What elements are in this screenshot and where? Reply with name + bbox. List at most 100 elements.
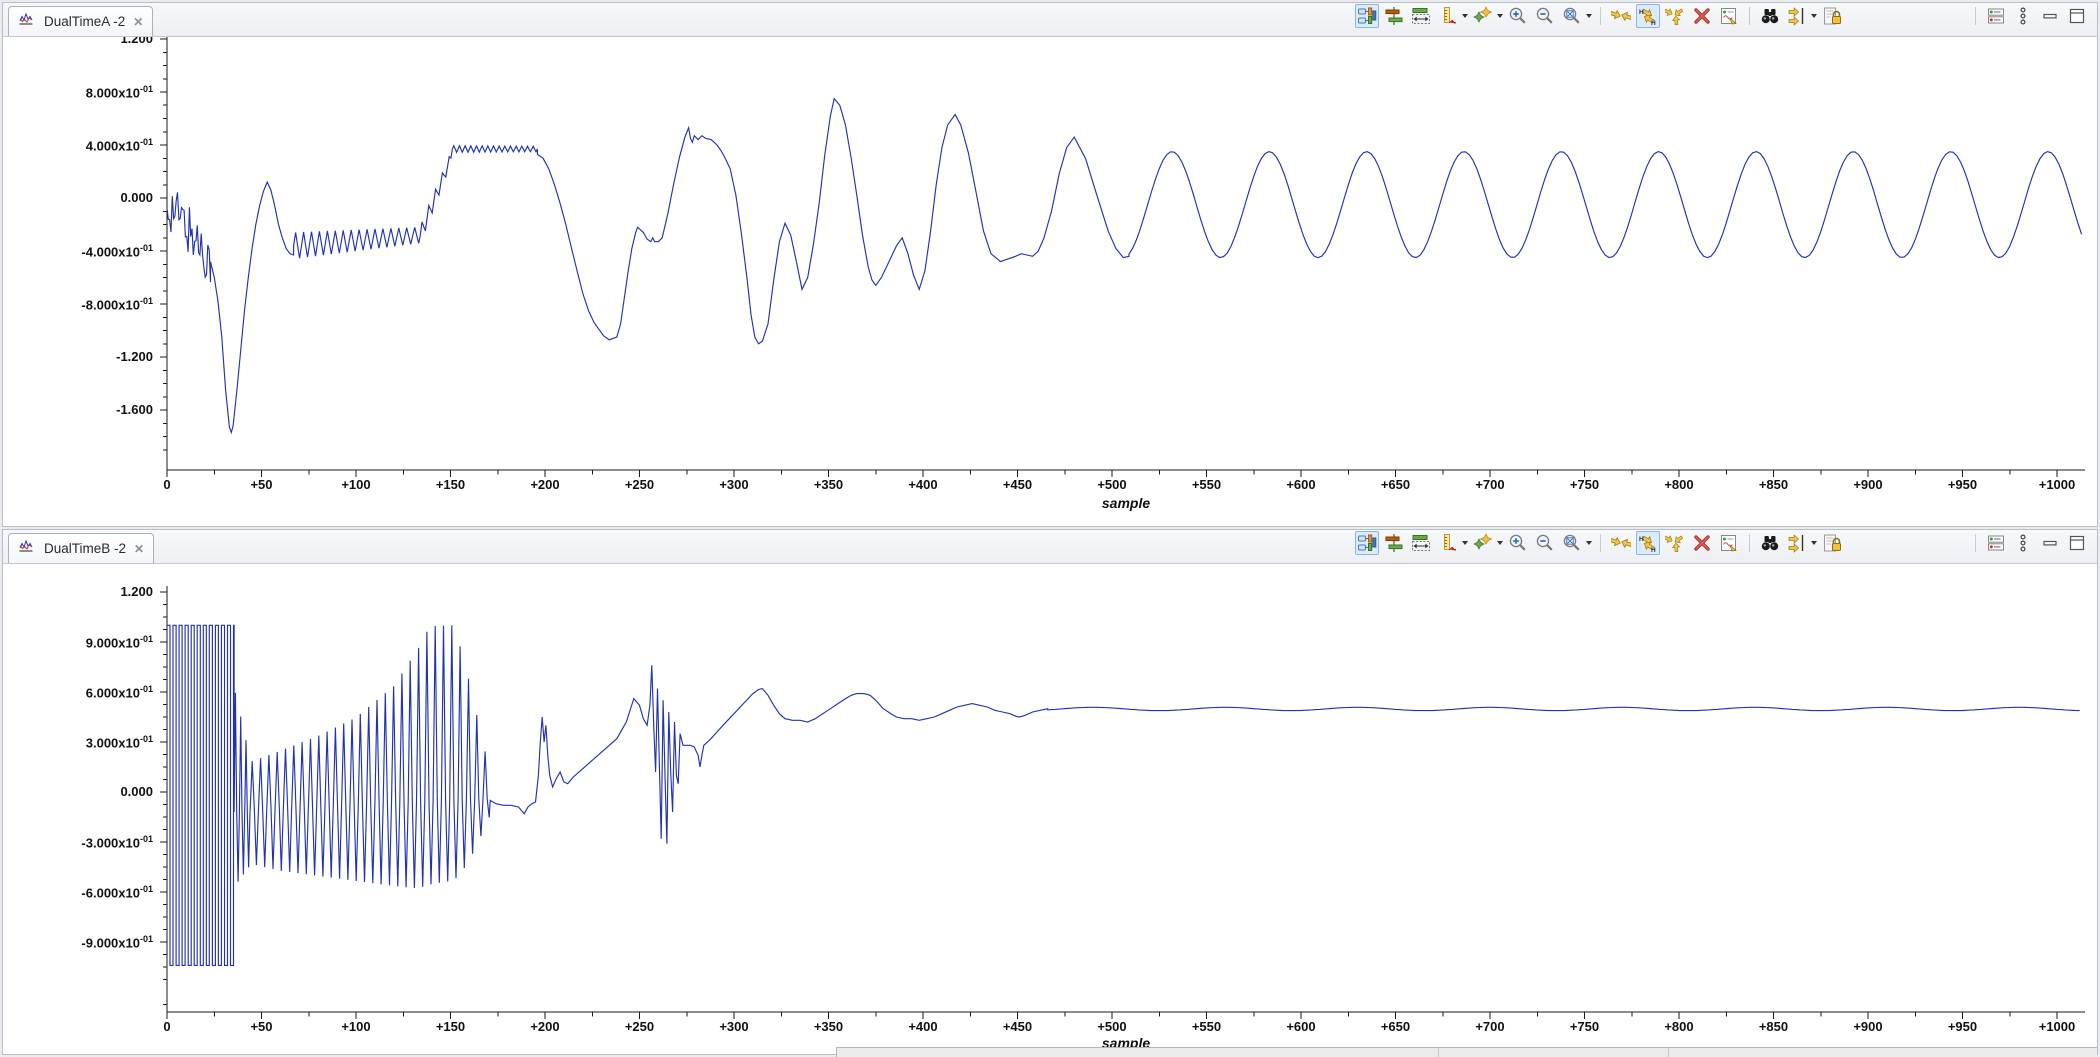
y-tick-label: 0.000 <box>21 190 153 205</box>
clear-sync-icon[interactable] <box>1690 4 1714 28</box>
x-tick-label: +450 <box>983 477 1053 492</box>
clear-sync-icon[interactable] <box>1690 531 1714 555</box>
x-tick-label: +850 <box>1739 1019 1809 1034</box>
view-menu-icon[interactable] <box>2011 4 2035 28</box>
x-tick-label: +300 <box>699 477 769 492</box>
maximize-view-icon[interactable] <box>2065 531 2089 555</box>
chevron-down-icon[interactable] <box>1462 14 1468 18</box>
axis-ticks <box>160 586 2085 1019</box>
x-tick-label: +450 <box>983 1019 1053 1034</box>
decorate-flower-icon[interactable] <box>1471 531 1495 555</box>
x-tick-label: +350 <box>794 477 864 492</box>
lock-view-icon[interactable] <box>1820 531 1844 555</box>
sync-arrows-icon[interactable] <box>1609 4 1633 28</box>
x-tick-label: +800 <box>1644 1019 1714 1034</box>
chart-tracks-config-icon[interactable] <box>1355 531 1379 555</box>
tab-bar: DualTimeA -2 ✕ HH <box>3 3 2097 37</box>
sync-hold-hh-icon[interactable]: HH <box>1636 4 1660 28</box>
svg-text:H: H <box>1639 536 1644 543</box>
x-tick-label: +600 <box>1266 1019 1336 1034</box>
y-tick-label: -3.000x10-01 <box>21 834 153 850</box>
decorate-flower-icon[interactable] <box>1471 4 1495 28</box>
svg-text:H: H <box>1651 20 1656 26</box>
chevron-down-icon[interactable] <box>1462 541 1468 545</box>
x-axis-title: sample <box>1026 495 1226 511</box>
minimize-view-icon[interactable] <box>2038 4 2062 28</box>
x-tick-label: +250 <box>605 477 675 492</box>
tab-label: DualTimeB -2 <box>44 541 126 556</box>
x-tick-label: +900 <box>1833 477 1903 492</box>
y-tick-label: 3.000x10-01 <box>21 734 153 750</box>
view-list-icon[interactable] <box>1984 4 2008 28</box>
chart-toolbar: HH <box>1355 526 2097 563</box>
x-tick-label: +300 <box>699 1019 769 1034</box>
y-tick-label: 6.000x10-01 <box>21 684 153 700</box>
chart-plot-area[interactable] <box>3 3 2097 525</box>
x-tick-label: +550 <box>1172 1019 1242 1034</box>
fit-time-range-icon[interactable] <box>1409 4 1433 28</box>
x-tick-label: +50 <box>227 477 297 492</box>
chevron-down-icon[interactable] <box>1497 14 1503 18</box>
x-tick-label: +1000 <box>2022 1019 2092 1034</box>
chevron-down-icon[interactable] <box>1497 541 1503 545</box>
goto-position-icon[interactable] <box>1785 4 1809 28</box>
sync-arrows-icon[interactable] <box>1609 531 1633 555</box>
chart-properties-icon[interactable] <box>1717 4 1741 28</box>
view-list-icon[interactable] <box>1984 531 2008 555</box>
zoom-region-icon[interactable] <box>1560 4 1584 28</box>
y-tick-label: 9.000x10-01 <box>21 634 153 650</box>
x-tick-label: +650 <box>1361 1019 1431 1034</box>
chart-tracks-config-icon[interactable] <box>1355 4 1379 28</box>
x-tick-label: +200 <box>510 477 580 492</box>
fit-time-range-icon[interactable] <box>1409 531 1433 555</box>
ruler-measure-icon[interactable] <box>1436 531 1460 555</box>
chevron-down-icon[interactable] <box>1586 14 1592 18</box>
close-icon[interactable]: ✕ <box>133 15 143 29</box>
x-tick-label: +850 <box>1739 477 1809 492</box>
view-menu-icon[interactable] <box>2011 531 2035 555</box>
zoom-in-icon[interactable] <box>1506 531 1530 555</box>
toolbar-separator <box>1749 534 1750 552</box>
search-binoculars-icon[interactable] <box>1758 4 1782 28</box>
chart-properties-icon[interactable] <box>1717 531 1741 555</box>
x-tick-label: +800 <box>1644 477 1714 492</box>
lock-view-icon[interactable] <box>1820 4 1844 28</box>
align-signals-icon[interactable] <box>1382 531 1406 555</box>
zoom-region-icon[interactable] <box>1560 531 1584 555</box>
x-tick-label: +50 <box>227 1019 297 1034</box>
maximize-view-icon[interactable] <box>2065 4 2089 28</box>
y-tick-label: 8.000x10-01 <box>21 84 153 100</box>
waveform-series <box>167 625 2080 965</box>
y-tick-label: -9.000x10-01 <box>21 934 153 950</box>
goto-position-icon[interactable] <box>1785 531 1809 555</box>
sync-group-icon[interactable] <box>1663 531 1687 555</box>
zoom-in-icon[interactable] <box>1506 4 1530 28</box>
y-tick-label: 0.000 <box>21 784 153 799</box>
x-tick-label: +400 <box>888 477 958 492</box>
zoom-out-icon[interactable] <box>1533 531 1557 555</box>
sync-hold-hh-icon[interactable]: HH <box>1636 531 1660 555</box>
x-tick-label: +950 <box>1928 477 1998 492</box>
waveform-icon <box>18 10 38 33</box>
sync-group-icon[interactable] <box>1663 4 1687 28</box>
x-tick-label: +200 <box>510 1019 580 1034</box>
tab-dualtimea[interactable]: DualTimeA -2 ✕ <box>8 6 153 36</box>
x-tick-label: +150 <box>416 477 486 492</box>
search-binoculars-icon[interactable] <box>1758 531 1782 555</box>
chart-plot-area[interactable] <box>3 530 2097 1053</box>
x-tick-label: 0 <box>132 1019 202 1034</box>
svg-text:H: H <box>1639 9 1644 16</box>
close-icon[interactable]: ✕ <box>134 542 144 556</box>
x-tick-label: +400 <box>888 1019 958 1034</box>
chevron-down-icon[interactable] <box>1811 14 1817 18</box>
chevron-down-icon[interactable] <box>1811 541 1817 545</box>
minimize-view-icon[interactable] <box>2038 531 2062 555</box>
toolbar-separator <box>1600 7 1601 25</box>
ruler-measure-icon[interactable] <box>1436 4 1460 28</box>
x-tick-label: +100 <box>321 1019 391 1034</box>
y-tick-label: 4.000x10-01 <box>21 137 153 153</box>
chevron-down-icon[interactable] <box>1586 541 1592 545</box>
tab-dualtimeb[interactable]: DualTimeB -2 ✕ <box>8 533 154 563</box>
align-signals-icon[interactable] <box>1382 4 1406 28</box>
zoom-out-icon[interactable] <box>1533 4 1557 28</box>
